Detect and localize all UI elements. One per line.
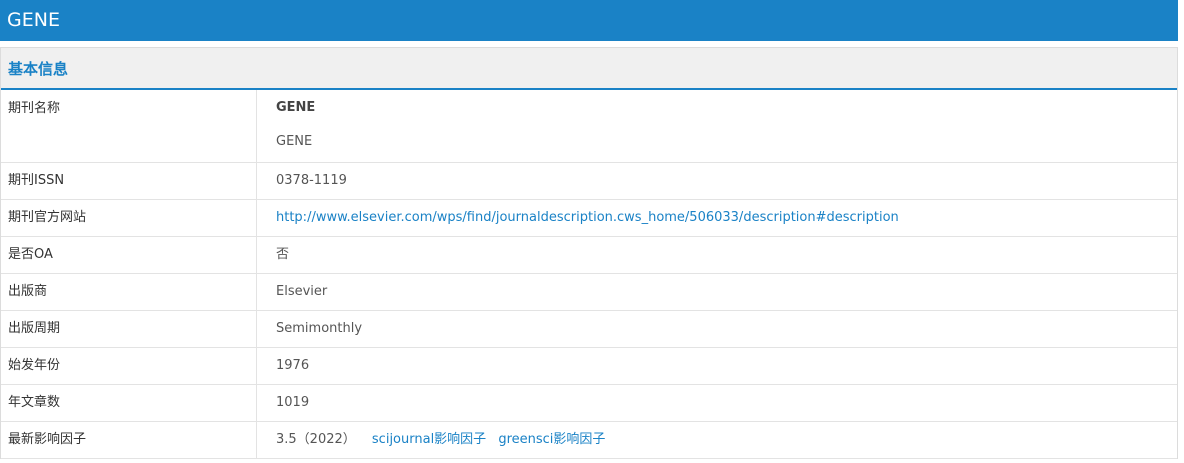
table-row-publisher: 出版商 Elsevier <box>1 273 1177 311</box>
row-label-website: 期刊官方网站 <box>1 199 257 237</box>
table-row-articles: 年文章数 1019 <box>1 384 1177 422</box>
table-row-frequency: 出版周期 Semimonthly <box>1 310 1177 348</box>
page-title: GENE <box>7 9 60 31</box>
section-title: 基本信息 <box>1 48 1177 90</box>
row-value-journal-name: GENE GENE <box>256 90 1177 163</box>
website-link[interactable]: http://www.elsevier.com/wps/find/journal… <box>276 210 899 225</box>
row-value-start-year: 1976 <box>256 347 1177 385</box>
info-table: 期刊名称 GENE GENE 期刊ISSN 0378-1119 期刊官方网站 h… <box>1 90 1177 459</box>
journal-name-secondary: GENE <box>276 134 313 149</box>
table-row-impact-factor: 最新影响因子 3.5（2022） scijournal影响因子 greensci… <box>1 421 1177 459</box>
row-value-issn: 0378-1119 <box>256 162 1177 200</box>
greensci-impact-link[interactable]: greensci影响因子 <box>498 432 605 447</box>
row-value-impact-factor: 3.5（2022） scijournal影响因子 greensci影响因子 <box>256 421 1177 459</box>
row-label-articles: 年文章数 <box>1 384 257 422</box>
row-label-publisher: 出版商 <box>1 273 257 311</box>
row-label-impact-factor: 最新影响因子 <box>1 421 257 459</box>
table-row-journal-name: 期刊名称 GENE GENE <box>1 90 1177 163</box>
row-label-frequency: 出版周期 <box>1 310 257 348</box>
row-value-website: http://www.elsevier.com/wps/find/journal… <box>256 199 1177 237</box>
basic-info-section: 基本信息 期刊名称 GENE GENE 期刊ISSN 0378-1119 期刊官… <box>0 47 1178 459</box>
table-row-start-year: 始发年份 1976 <box>1 347 1177 385</box>
table-row-issn: 期刊ISSN 0378-1119 <box>1 162 1177 200</box>
page-title-bar: GENE <box>0 0 1178 41</box>
row-label-oa: 是否OA <box>1 236 257 274</box>
scijournal-impact-link[interactable]: scijournal影响因子 <box>372 432 486 447</box>
row-label-start-year: 始发年份 <box>1 347 257 385</box>
journal-name-primary: GENE <box>276 100 316 115</box>
impact-factor-value: 3.5（2022） <box>276 432 356 447</box>
row-label-issn: 期刊ISSN <box>1 162 257 200</box>
table-row-oa: 是否OA 否 <box>1 236 1177 274</box>
row-label-journal-name: 期刊名称 <box>1 90 257 163</box>
row-value-publisher: Elsevier <box>256 273 1177 311</box>
table-row-website: 期刊官方网站 http://www.elsevier.com/wps/find/… <box>1 199 1177 237</box>
page: GENE 基本信息 期刊名称 GENE GENE 期刊ISSN 0378-111… <box>0 0 1178 463</box>
row-value-articles: 1019 <box>256 384 1177 422</box>
row-value-frequency: Semimonthly <box>256 310 1177 348</box>
row-value-oa: 否 <box>256 236 1177 274</box>
